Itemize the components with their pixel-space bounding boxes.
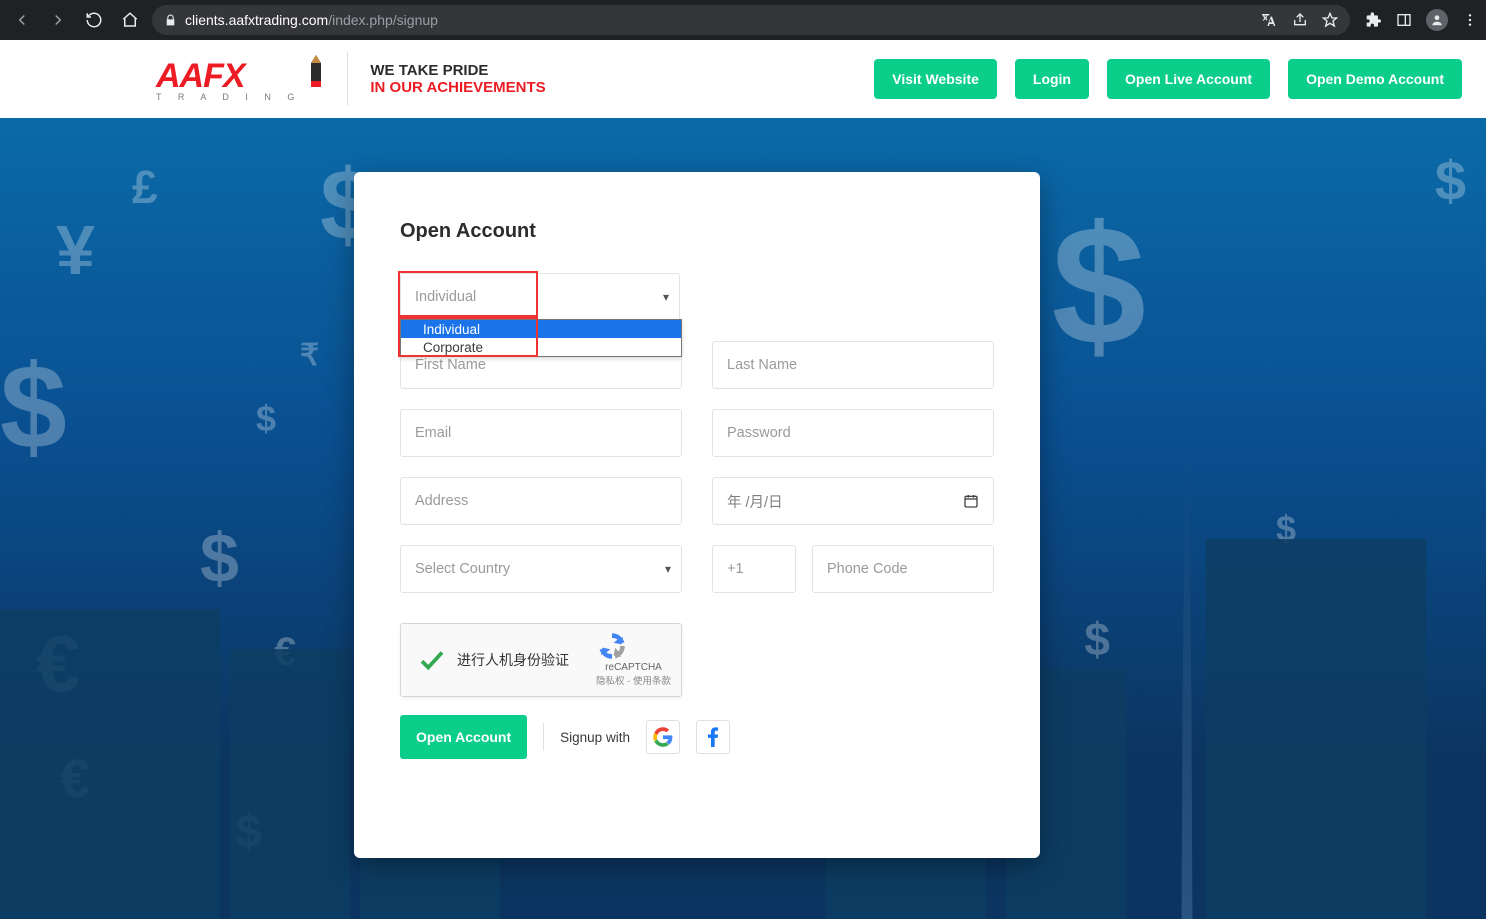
- checkmark-icon: [417, 645, 447, 675]
- address-bar[interactable]: clients.aafxtrading.com/index.php/signup: [152, 5, 1350, 35]
- share-icon[interactable]: [1292, 12, 1308, 28]
- logo-text: AAFX: [156, 57, 245, 95]
- back-button[interactable]: [8, 6, 36, 34]
- country-placeholder: Select Country: [415, 561, 510, 577]
- chevron-down-icon: ▾: [663, 290, 669, 304]
- open-demo-account-button[interactable]: Open Demo Account: [1288, 59, 1462, 99]
- recaptcha-brand: reCAPTCHA: [596, 662, 671, 673]
- form-title: Open Account: [400, 220, 994, 243]
- account-type-option-individual[interactable]: Individual: [401, 320, 681, 338]
- email-input[interactable]: [400, 409, 682, 457]
- address-input[interactable]: [400, 477, 682, 525]
- home-button[interactable]: [116, 6, 144, 34]
- facebook-signup-button[interactable]: [696, 720, 730, 754]
- logo-subtext: T R A D I N G: [156, 92, 301, 102]
- account-type-select[interactable]: Individual ▾: [400, 273, 680, 321]
- page-background: $ $ ¥ $ £ $ $ € € € $ $ $ $ ₹ Open Accou…: [0, 118, 1486, 919]
- recaptcha-icon: [596, 630, 628, 662]
- browser-toolbar: clients.aafxtrading.com/index.php/signup: [0, 0, 1486, 40]
- recaptcha-widget[interactable]: 进行人机身份验证 reCAPTCHA 隐私权 - 使用条款: [400, 623, 682, 697]
- google-signup-button[interactable]: [646, 720, 680, 754]
- panel-icon[interactable]: [1396, 12, 1412, 28]
- signup-card: Open Account Individual ▾ Individual Cor…: [354, 172, 1040, 858]
- open-live-account-button[interactable]: Open Live Account: [1107, 59, 1270, 99]
- login-button[interactable]: Login: [1015, 59, 1089, 99]
- logo[interactable]: AAFX T R A D I N G: [156, 57, 325, 102]
- open-account-submit[interactable]: Open Account: [400, 715, 527, 759]
- profile-avatar[interactable]: [1426, 9, 1448, 31]
- lock-icon: [164, 14, 177, 27]
- pencil-icon: [307, 53, 325, 89]
- visit-website-button[interactable]: Visit Website: [874, 59, 997, 99]
- signup-with-label: Signup with: [560, 730, 630, 745]
- translate-icon[interactable]: [1262, 12, 1278, 28]
- phone-input[interactable]: [812, 545, 994, 593]
- recaptcha-terms[interactable]: 隐私权 - 使用条款: [596, 673, 671, 687]
- tagline: WE TAKE PRIDE IN OUR ACHIEVEMENTS: [370, 62, 545, 96]
- reload-button[interactable]: [80, 6, 108, 34]
- submit-row: Open Account Signup with: [400, 715, 994, 759]
- account-type-dropdown: Individual Corporate: [400, 319, 682, 357]
- url-text: clients.aafxtrading.com/index.php/signup: [185, 12, 438, 28]
- recaptcha-label: 进行人机身份验证: [457, 650, 569, 670]
- google-icon: [653, 727, 673, 747]
- dial-code-input[interactable]: [712, 545, 796, 593]
- bookmark-star-icon[interactable]: [1322, 12, 1338, 28]
- account-type-option-corporate[interactable]: Corporate: [401, 338, 681, 356]
- last-name-input[interactable]: [712, 341, 994, 389]
- site-header: AAFX T R A D I N G WE TAKE PRIDE IN OUR …: [0, 40, 1486, 118]
- extensions-icon[interactable]: [1366, 12, 1382, 28]
- facebook-icon: [707, 727, 719, 747]
- country-select[interactable]: Select Country ▾: [400, 545, 682, 593]
- account-type-selected: Individual: [415, 289, 476, 305]
- password-input[interactable]: [712, 409, 994, 457]
- kebab-menu-icon[interactable]: [1462, 12, 1478, 28]
- account-type-field: Individual ▾ Individual Corporate: [400, 273, 680, 321]
- calendar-icon: [963, 493, 979, 509]
- date-placeholder: 年 /月/日: [727, 491, 783, 512]
- chevron-down-icon: ▾: [665, 562, 671, 576]
- dob-input[interactable]: 年 /月/日: [712, 477, 994, 525]
- forward-button[interactable]: [44, 6, 72, 34]
